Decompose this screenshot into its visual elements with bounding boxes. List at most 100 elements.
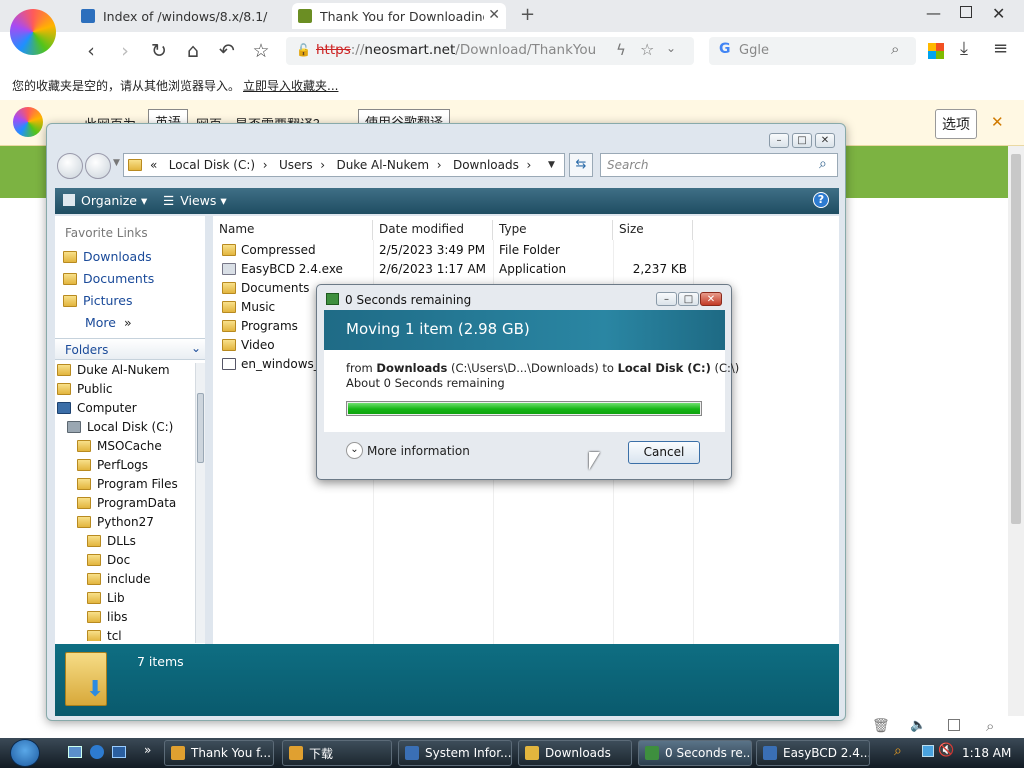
quicklaunch-overflow-icon[interactable]: » <box>144 743 151 757</box>
url-text[interactable]: https://neosmart.net/Download/ThankYou <box>316 42 596 58</box>
clock[interactable]: 1:18 AM <box>962 746 1011 760</box>
taskbar-button[interactable]: EasyBCD 2.4... <box>756 740 870 766</box>
tree-item[interactable]: Public <box>57 382 113 396</box>
column-header-name[interactable]: Name <box>213 220 373 240</box>
tab-thank-you[interactable]: Thank You for Downloading E ✕ <box>292 3 506 29</box>
taskbar-button[interactable]: 下载 <box>282 740 392 766</box>
restore-window-button[interactable] <box>960 6 972 18</box>
column-header-size[interactable]: Size <box>613 220 693 240</box>
organize-button[interactable]: Organize ▾ <box>63 193 147 208</box>
tree-scroll-thumb[interactable] <box>197 393 204 463</box>
file-row[interactable]: EasyBCD 2.4.exe 2/6/2023 1:17 AM Applicati… <box>213 260 693 279</box>
tray-volume-icon[interactable]: 🔇 <box>938 743 954 758</box>
more-information-toggle[interactable]: ⌄ More information <box>346 442 470 459</box>
refresh-button[interactable]: ⇆ <box>569 153 593 177</box>
breadcrumb-item[interactable]: Local Disk (C:) <box>169 158 255 172</box>
tree-item[interactable]: DLLs <box>87 534 136 548</box>
recent-pages-chevron-icon[interactable]: ▼ <box>113 158 120 168</box>
browser-logo-icon[interactable] <box>10 9 56 55</box>
home-icon[interactable]: ⌂ <box>180 38 206 64</box>
undo-icon[interactable]: ↶ <box>214 38 240 64</box>
quicklaunch-ie-icon[interactable] <box>90 745 104 759</box>
explorer-maximize-button[interactable]: □ <box>792 133 812 148</box>
chevron-down-icon[interactable]: ⌄ <box>666 41 676 55</box>
breadcrumb-item[interactable]: Downloads <box>453 158 519 172</box>
column-header-date[interactable]: Date modified <box>373 220 493 240</box>
help-icon[interactable]: ? <box>813 192 829 208</box>
taskbar-button[interactable]: Downloads <box>518 740 632 766</box>
zoom-icon[interactable]: ⌕ <box>986 717 994 735</box>
search-icon[interactable]: ⌕ <box>819 156 827 172</box>
views-button[interactable]: ☰ Views ▾ <box>163 193 227 208</box>
start-button[interactable] <box>10 739 40 767</box>
explorer-search-input[interactable]: Search ⌕ <box>600 153 838 177</box>
tree-item[interactable]: tcl <box>87 629 122 641</box>
tree-item[interactable]: PerfLogs <box>77 458 148 472</box>
dialog-maximize-button[interactable]: □ <box>678 292 699 306</box>
favorite-link-downloads[interactable]: Downloads <box>63 249 152 264</box>
menu-icon[interactable]: ≡ <box>993 38 1008 59</box>
favorite-star-icon[interactable]: ☆ <box>248 38 274 64</box>
folders-header[interactable]: Folders ⌄ <box>55 338 205 360</box>
dialog-minimize-button[interactable]: – <box>656 292 677 306</box>
breadcrumb-item[interactable]: Users <box>279 158 313 172</box>
tree-item[interactable]: MSOCache <box>77 439 162 453</box>
explorer-minimize-button[interactable]: – <box>769 133 789 148</box>
translate-options-button[interactable]: 选项 <box>935 109 977 139</box>
back-button[interactable] <box>57 153 83 179</box>
more-links[interactable]: More » <box>85 315 132 330</box>
tree-item[interactable]: libs <box>87 610 128 624</box>
close-window-button[interactable]: ✕ <box>992 4 1005 23</box>
taskbar-button[interactable]: 0 Seconds re... <box>638 740 752 766</box>
quicklaunch-computer-icon[interactable] <box>112 746 126 758</box>
file-row[interactable]: Compressed 2/5/2023 3:49 PM File Folder <box>213 241 693 260</box>
column-header-type[interactable]: Type <box>493 220 613 240</box>
tree-item[interactable]: include <box>87 572 150 586</box>
address-dropdown-icon[interactable]: ▼ <box>548 160 555 170</box>
taskbar-button[interactable]: System Infor... <box>398 740 512 766</box>
new-tab-button[interactable]: + <box>520 4 535 25</box>
browser-search-box[interactable]: G Ggle ⌕ <box>709 37 916 65</box>
back-icon[interactable]: ‹ <box>78 38 104 64</box>
speaker-icon[interactable]: 🔈 <box>910 718 926 733</box>
page-scrollbar[interactable] <box>1008 146 1024 716</box>
bookmark-star-icon[interactable]: ☆ <box>640 40 654 59</box>
close-infobar-icon[interactable]: ✕ <box>991 113 1004 131</box>
import-bookmarks-link[interactable]: 立即导入收藏夹... <box>243 77 338 94</box>
tree-item[interactable]: Computer <box>57 401 137 415</box>
scroll-thumb[interactable] <box>1011 154 1021 524</box>
tab-index-of[interactable]: Index of /windows/8.x/8.1/ <box>75 3 287 29</box>
lightning-icon[interactable]: ϟ <box>616 41 626 59</box>
tree-item[interactable]: Local Disk (C:) <box>67 420 173 434</box>
download-icon[interactable]: ⤓ <box>960 38 968 59</box>
show-desktop-icon[interactable] <box>68 746 82 758</box>
tree-item[interactable]: ProgramData <box>77 496 176 510</box>
tree-item[interactable]: Lib <box>87 591 125 605</box>
apps-grid-icon[interactable] <box>928 43 944 59</box>
tree-item[interactable]: Program Files <box>77 477 178 491</box>
window-icon[interactable] <box>948 719 960 731</box>
favorite-link-pictures[interactable]: Pictures <box>63 293 133 308</box>
search-icon[interactable]: ⌕ <box>891 40 899 58</box>
dialog-close-button[interactable]: ✕ <box>700 292 722 306</box>
tray-network-icon[interactable] <box>922 745 934 757</box>
minimize-window-button[interactable]: — <box>926 4 941 22</box>
reload-icon[interactable]: ↻ <box>146 38 172 64</box>
explorer-address-bar[interactable]: « Local Disk (C:) › Users › Duke Al-Nuke… <box>123 153 565 177</box>
recycle-icon[interactable]: 🗑 <box>872 718 890 734</box>
tree-item[interactable]: Duke Al-Nukem <box>57 363 170 377</box>
forward-button[interactable] <box>85 153 111 179</box>
collapse-chevron-icon[interactable]: ⌄ <box>191 341 201 355</box>
tab-close-icon[interactable]: ✕ <box>488 7 500 23</box>
taskbar-button[interactable]: Thank You f... <box>164 740 274 766</box>
tree-item[interactable]: Python27 <box>77 515 154 529</box>
address-bar[interactable]: 🔓 https://neosmart.net/Download/ThankYou… <box>286 37 694 65</box>
tray-search-icon[interactable]: ⌕ <box>894 743 902 759</box>
explorer-close-button[interactable]: ✕ <box>815 133 835 148</box>
cancel-button[interactable]: Cancel <box>628 441 700 464</box>
favorite-link-documents[interactable]: Documents <box>63 271 154 286</box>
tree-scrollbar[interactable] <box>195 363 205 643</box>
forward-icon[interactable]: › <box>112 38 138 64</box>
tree-item[interactable]: Doc <box>87 553 130 567</box>
breadcrumb-item[interactable]: Duke Al-Nukem <box>336 158 429 172</box>
